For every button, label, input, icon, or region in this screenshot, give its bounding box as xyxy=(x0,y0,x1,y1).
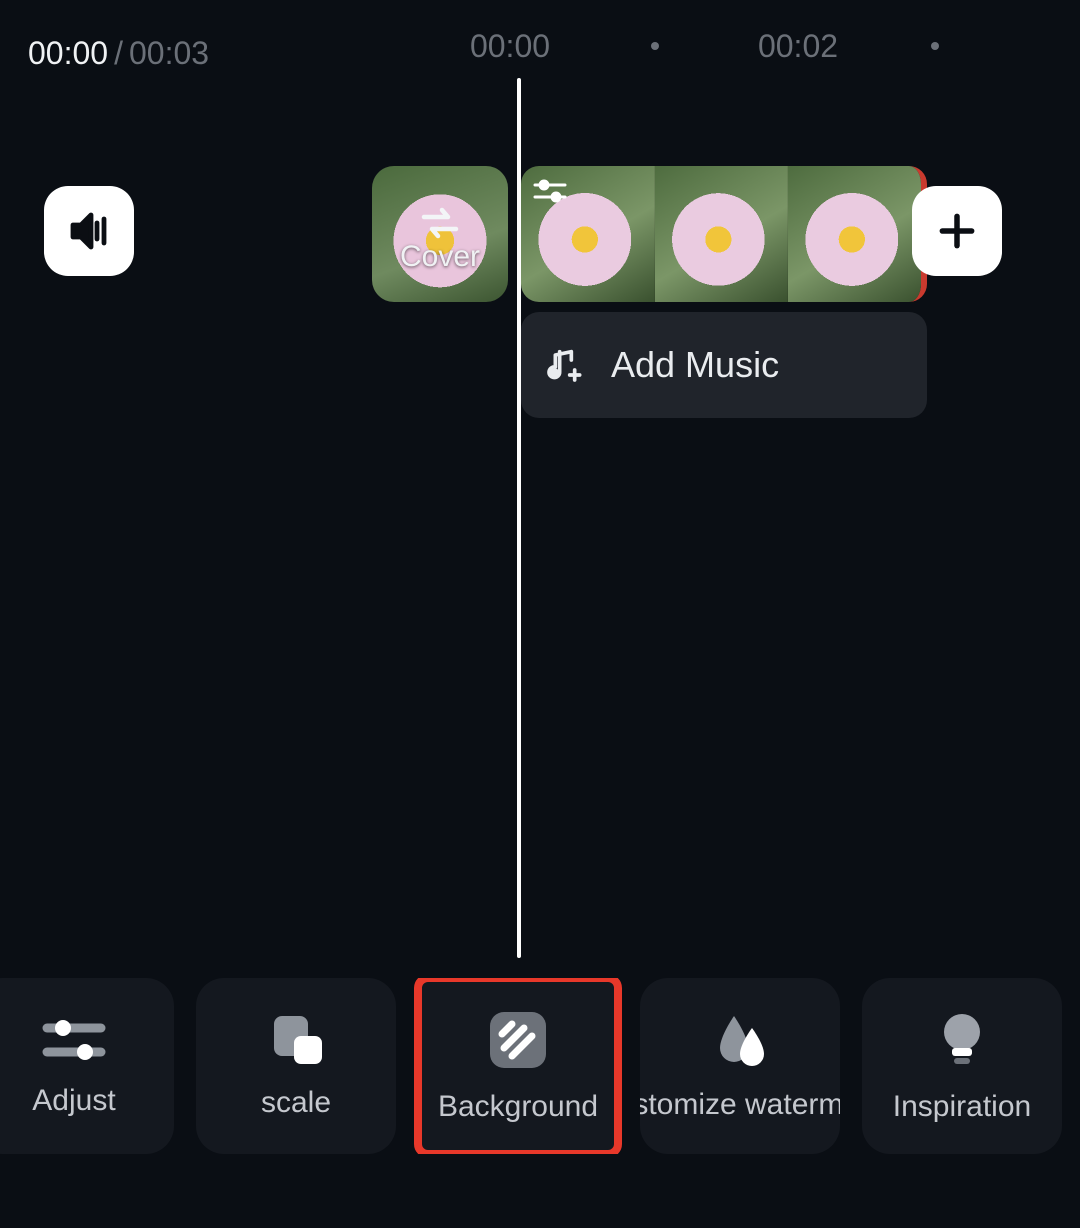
tool-scale[interactable]: scale xyxy=(196,978,396,1154)
add-clip-button[interactable] xyxy=(912,186,1002,276)
time-total: 00:03 xyxy=(129,35,209,72)
add-music-label: Add Music xyxy=(611,344,779,386)
lightbulb-icon xyxy=(934,1008,990,1072)
bottom-toolbar: Adjust scale Background xyxy=(0,978,1080,1154)
tool-background[interactable]: Background xyxy=(418,978,618,1154)
sliders-icon xyxy=(41,1014,107,1066)
volume-icon xyxy=(65,207,113,255)
tool-inspiration[interactable]: Inspiration xyxy=(862,978,1062,1154)
time-current: 00:00 xyxy=(28,35,108,72)
tool-label: scale xyxy=(261,1086,331,1120)
plus-icon xyxy=(935,209,979,253)
tool-label: Background xyxy=(438,1090,598,1124)
pattern-icon xyxy=(486,1008,550,1072)
playhead[interactable] xyxy=(517,78,521,958)
timecode-display: 00:00 / 00:03 xyxy=(0,28,1080,78)
video-clip[interactable] xyxy=(521,166,927,302)
tool-label: Customize watermark xyxy=(640,1088,840,1122)
time-separator: / xyxy=(114,35,123,72)
clip-frame xyxy=(654,166,788,302)
water-drop-icon xyxy=(710,1010,770,1070)
add-music-button[interactable]: Add Music xyxy=(521,312,927,418)
swap-icon xyxy=(418,206,462,240)
clip-frame xyxy=(787,166,921,302)
tool-label: Inspiration xyxy=(893,1090,1031,1124)
tool-adjust[interactable]: Adjust xyxy=(0,978,174,1154)
cover-thumbnail[interactable]: Cover xyxy=(372,166,508,302)
volume-button[interactable] xyxy=(44,186,134,276)
music-add-icon xyxy=(543,345,583,385)
tool-customize-watermark[interactable]: Customize watermark xyxy=(640,978,840,1154)
scale-icon xyxy=(266,1012,326,1068)
tool-label: Adjust xyxy=(32,1084,115,1118)
sliders-icon xyxy=(531,176,569,206)
cover-label: Cover xyxy=(400,240,480,274)
